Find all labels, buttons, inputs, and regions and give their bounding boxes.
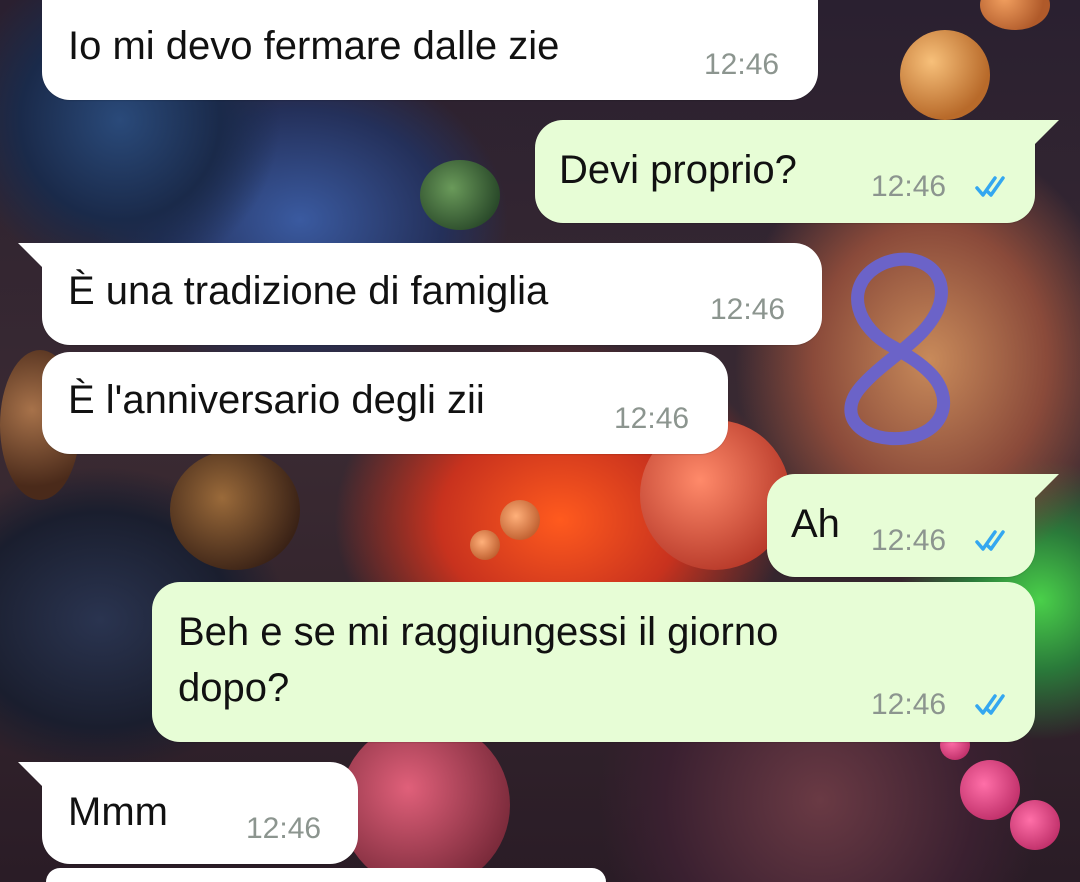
incoming-message-partial[interactable] xyxy=(46,868,606,882)
message-timestamp: 12:46 xyxy=(871,170,947,203)
wallpaper-particle xyxy=(420,160,500,230)
incoming-message[interactable]: Mmm 12:46 xyxy=(42,762,358,864)
message-text-line-1: Beh e se mi raggiungessi il giorno xyxy=(178,610,779,654)
outgoing-message[interactable]: Beh e se mi raggiungessi il giorno dopo?… xyxy=(152,582,1035,742)
message-text: Io mi devo fermare dalle zie xyxy=(68,24,560,68)
message-text: Ah xyxy=(791,502,840,546)
message-text: È l'anniversario degli zii xyxy=(68,378,485,422)
wallpaper-particle xyxy=(960,760,1020,820)
double-check-icon xyxy=(975,176,1005,197)
wallpaper-particle xyxy=(1010,800,1060,850)
wallpaper-particle xyxy=(170,450,300,570)
bubble-tail xyxy=(1035,474,1059,498)
wallpaper-particle xyxy=(980,0,1050,30)
message-text: È una tradizione di famiglia xyxy=(68,269,549,313)
wallpaper-particle xyxy=(500,500,540,540)
wallpaper-particle xyxy=(340,720,510,882)
message-timestamp: 12:46 xyxy=(246,812,322,845)
wallpaper-particle xyxy=(470,530,500,560)
message-text-line-2: dopo? xyxy=(178,666,290,710)
wallpaper-particle xyxy=(900,30,990,120)
message-timestamp: 12:46 xyxy=(710,293,786,326)
hand-drawn-eight xyxy=(844,252,951,446)
message-timestamp: 12:46 xyxy=(871,688,947,721)
bubble-tail xyxy=(18,762,42,786)
message-text: Devi proprio? xyxy=(559,148,797,192)
bubble-tail xyxy=(18,243,42,267)
outgoing-message[interactable]: Devi proprio? 12:46 xyxy=(535,120,1035,223)
incoming-message[interactable]: Io mi devo fermare dalle zie 12:46 xyxy=(42,0,818,100)
message-timestamp: 12:46 xyxy=(871,524,947,557)
incoming-message[interactable]: È una tradizione di famiglia 12:46 xyxy=(42,243,822,345)
message-timestamp: 12:46 xyxy=(704,48,780,81)
message-timestamp: 12:46 xyxy=(614,402,690,435)
incoming-message[interactable]: È l'anniversario degli zii 12:46 xyxy=(42,352,728,454)
message-text: Mmm xyxy=(68,790,168,834)
double-check-icon xyxy=(975,694,1005,715)
outgoing-message[interactable]: Ah 12:46 xyxy=(767,474,1035,577)
bubble-tail xyxy=(1035,120,1059,144)
double-check-icon xyxy=(975,530,1005,551)
